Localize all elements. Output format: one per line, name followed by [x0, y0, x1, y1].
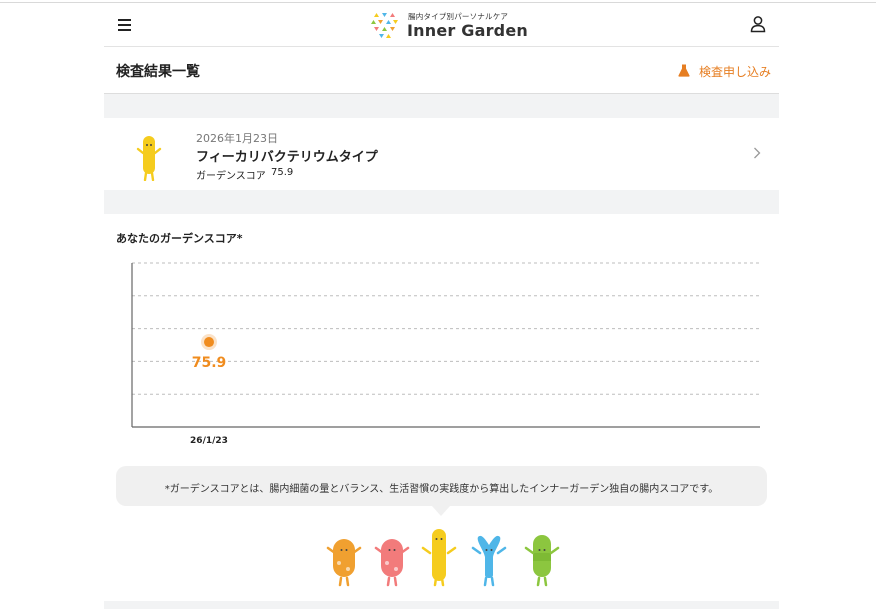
app-header: 腸内タイプ別パーソナルケア Inner Garden [104, 3, 779, 47]
note-pointer [432, 506, 450, 516]
section-band [104, 190, 779, 214]
score-point [204, 337, 214, 348]
chart-title: あなたのガーデンスコア* [116, 232, 243, 245]
apply-test-label: 検査申し込み [699, 65, 772, 79]
app-logo[interactable]: 腸内タイプ別パーソナルケア Inner Garden [370, 9, 530, 43]
flask-icon [678, 64, 690, 77]
orange-bacterium-character [326, 539, 362, 587]
result-type-name: フィーカリバクテリウムタイプ [196, 150, 378, 165]
yellow-bacterium-character [421, 529, 457, 587]
mascot-row [324, 523, 564, 587]
result-score-value: 75.9 [271, 167, 294, 178]
x-tick-label: 26/1/23 [190, 436, 228, 446]
app-column: 腸内タイプ別パーソナルケア Inner Garden 検査結果一覧 検査申し込み [104, 3, 779, 609]
garden-score-chart: 75.9 26/1/23 [131, 262, 760, 446]
result-card[interactable]: 2026年1月23日 フィーカリバクテリウムタイプ ガーデンスコア 75.9 [104, 118, 779, 190]
title-row: 検査結果一覧 検査申し込み [104, 47, 779, 94]
section-band [104, 601, 779, 609]
logo-name: Inner Garden [407, 21, 528, 40]
score-point-label: 75.9 [192, 355, 227, 371]
green-bacterium-character [524, 535, 560, 587]
result-score-label: ガーデンスコア [196, 171, 266, 182]
blue-bacterium-character [471, 535, 507, 587]
score-note: *ガーデンスコアとは、腸内細菌の量とバランス、生活習慣の実践度から算出したインナ… [116, 466, 767, 506]
score-note-text: *ガーデンスコアとは、腸内細菌の量とバランス、生活習慣の実践度から算出したインナ… [164, 484, 719, 495]
logo-mark-icon [371, 13, 398, 38]
user-account-icon[interactable] [749, 15, 767, 33]
yellow-bacterium-character [136, 136, 162, 181]
hamburger-menu-icon[interactable] [116, 16, 134, 32]
result-date: 2026年1月23日 [196, 132, 278, 145]
pink-bacterium-character [374, 539, 410, 587]
section-band [104, 94, 779, 118]
page-title: 検査結果一覧 [116, 64, 200, 80]
chevron-right-icon [754, 147, 761, 159]
